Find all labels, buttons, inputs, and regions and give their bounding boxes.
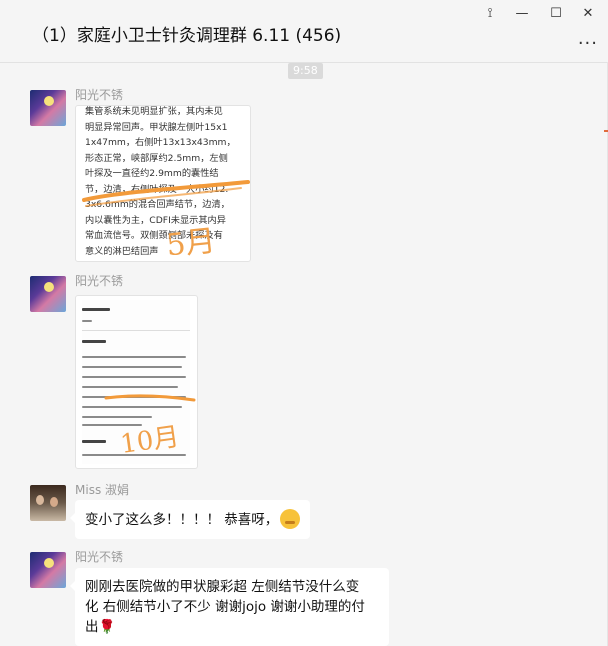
image-message-report-may[interactable]: 集管系统未见明显扩张，其内未见 明显异常回声。甲状腺左侧叶15x1 1x47mm… [75, 105, 251, 262]
avatar[interactable] [30, 552, 66, 588]
avatar[interactable] [30, 276, 66, 312]
title-bar: （1）家庭小卫士针灸调理群 6.11 (456) ⟟ — ☐ ✕ ... [0, 0, 608, 63]
close-button[interactable]: ✕ [574, 4, 602, 24]
handwritten-month-label: 5月 [164, 223, 218, 262]
shy-face-emoji-icon [280, 509, 301, 529]
sender-name: Miss 淑娟 [75, 483, 130, 497]
maximize-button[interactable]: ☐ [542, 4, 570, 24]
message-line: 出 [85, 619, 99, 635]
message-line: 刚刚去医院做的甲状腺彩超 左侧结节没什么变 [85, 579, 360, 595]
avatar[interactable] [30, 90, 66, 126]
message-line: 化 右侧结节小了不少 谢谢jojo 谢谢小助理的付 [85, 599, 365, 615]
text-message[interactable]: 刚刚去医院做的甲状腺彩超 左侧结节没什么变 化 右侧结节小了不少 谢谢jojo … [70, 568, 389, 646]
chat-title: （1）家庭小卫士针灸调理群 6.11 (456) [32, 26, 342, 46]
image-message-report-october[interactable]: 10月 [75, 295, 198, 469]
rose-emoji-icon: 🌹 [98, 619, 116, 635]
minimize-button[interactable]: — [508, 4, 536, 24]
avatar[interactable] [30, 485, 66, 521]
unread-marker [604, 130, 608, 132]
sender-name: 阳光不锈 [75, 550, 124, 564]
more-options-icon[interactable]: ... [578, 28, 598, 49]
message-text: 变小了这么多！！！！ 恭喜呀， [85, 512, 279, 528]
handwriting-annotation [82, 180, 250, 207]
sender-name: 阳光不锈 [75, 88, 124, 102]
pin-icon[interactable]: ⟟ [476, 4, 504, 24]
message-timestamp: 9:58 [288, 63, 323, 79]
sender-name: 阳光不锈 [75, 274, 124, 288]
text-message[interactable]: 变小了这么多！！！！ 恭喜呀， [69, 500, 311, 539]
